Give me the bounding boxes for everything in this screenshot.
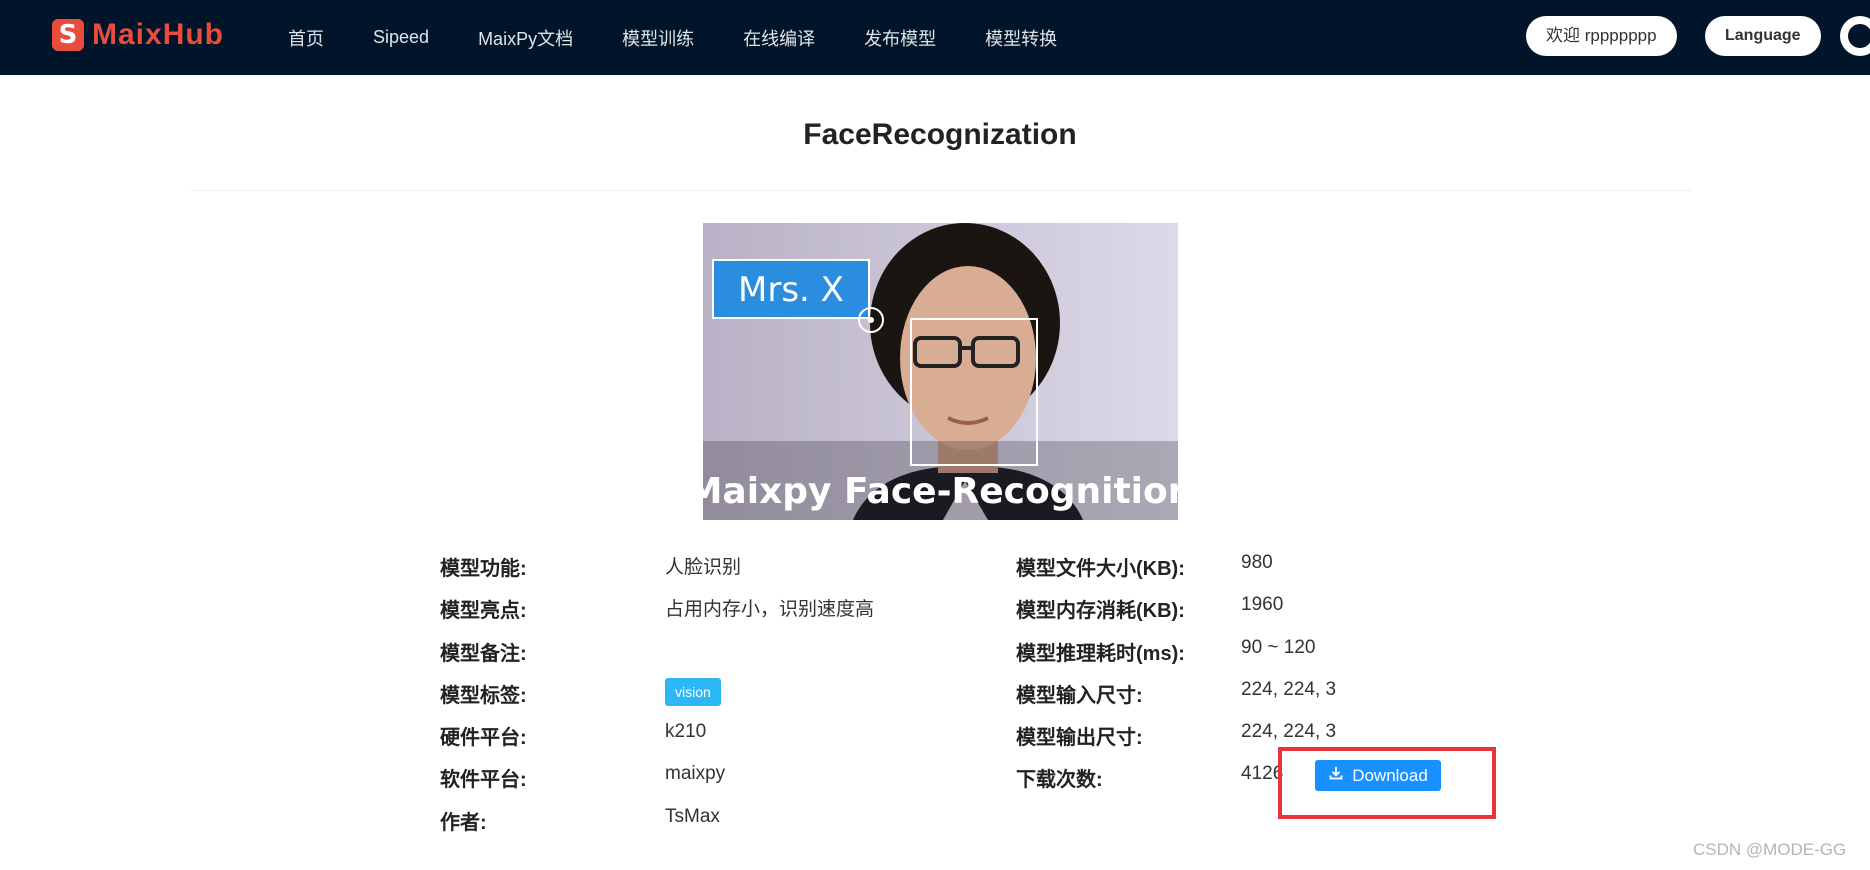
user-welcome-button[interactable]: 欢迎 rppppppp <box>1526 16 1677 56</box>
hero-label-text: Mrs. X <box>738 270 844 310</box>
label-output-size: 模型输出尺寸: <box>1016 727 1143 749</box>
label-model-tags: 模型标签: <box>440 685 527 707</box>
nav-item-model-convert[interactable]: 模型转换 <box>985 25 1057 51</box>
label-hardware-platform: 硬件平台: <box>440 727 527 749</box>
language-button[interactable]: Language <box>1705 16 1821 56</box>
value-author: TsMax <box>665 806 720 827</box>
label-inference-time: 模型推理耗时(ms): <box>1016 643 1185 665</box>
nav-item-online-compile[interactable]: 在线编译 <box>743 25 815 51</box>
label-memory-usage: 模型内存消耗(KB): <box>1016 600 1185 622</box>
label-model-function: 模型功能: <box>440 558 527 580</box>
tag-vision[interactable]: vision <box>665 678 721 706</box>
maixhub-logo[interactable]: S MaixHub <box>52 18 224 52</box>
label-model-highlights: 模型亮点: <box>440 600 527 622</box>
value-input-size: 224, 224, 3 <box>1241 679 1337 700</box>
watermark: CSDN @MODE-GG <box>1693 840 1847 859</box>
main-nav: 首页 Sipeed MaixPy文档 模型训练 在线编译 发布模型 模型转换 <box>288 0 1106 75</box>
top-navbar: S MaixHub 首页 Sipeed MaixPy文档 模型训练 在线编译 发… <box>0 0 1870 75</box>
label-model-remarks: 模型备注: <box>440 643 527 665</box>
value-memory-usage: 1960 <box>1241 594 1284 615</box>
value-download-count: 4126 <box>1241 763 1284 784</box>
label-author: 作者: <box>440 812 487 834</box>
page-title: FaceRecognization <box>803 118 1077 151</box>
value-model-highlights: 占用内存小，识别速度高 <box>665 599 875 620</box>
nav-item-publish-model[interactable]: 发布模型 <box>864 25 936 51</box>
github-icon[interactable] <box>1840 16 1870 56</box>
logo-text: MaixHub <box>92 18 225 51</box>
value-file-size: 980 <box>1241 552 1273 573</box>
value-hardware-platform: k210 <box>665 721 707 742</box>
hero-caption-text: Maixpy Face-Recognition <box>703 471 1178 512</box>
label-download-count: 下载次数: <box>1016 769 1103 791</box>
value-software-platform: maixpy <box>665 763 726 784</box>
model-preview-image: Mrs. X Maixpy Face-Recognition <box>703 223 1178 520</box>
label-input-size: 模型输入尺寸: <box>1016 685 1143 707</box>
label-software-platform: 软件平台: <box>440 769 527 791</box>
label-file-size: 模型文件大小(KB): <box>1016 558 1185 580</box>
nav-item-maixpy-docs[interactable]: MaixPy文档 <box>478 25 573 51</box>
highlight-annotation <box>1278 747 1496 819</box>
nav-item-sipeed[interactable]: Sipeed <box>373 27 429 48</box>
title-divider <box>190 190 1692 191</box>
value-inference-time: 90 ~ 120 <box>1241 637 1316 658</box>
value-output-size: 224, 224, 3 <box>1241 721 1337 742</box>
value-model-function: 人脸识别 <box>665 557 742 578</box>
nav-item-model-training[interactable]: 模型训练 <box>622 25 694 51</box>
nav-item-home[interactable]: 首页 <box>288 25 324 51</box>
maixhub-logo-icon: S <box>52 19 84 51</box>
